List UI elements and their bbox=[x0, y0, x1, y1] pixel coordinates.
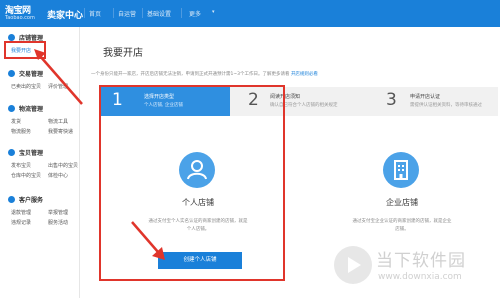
sidebar-item-in-warehouse[interactable]: 仓库中的宝贝 bbox=[11, 172, 41, 179]
step-3: 3 申请开店认证 需提供认证相关资料，等待审核通过 bbox=[364, 87, 498, 116]
chevron-down-icon[interactable]: ▾ bbox=[212, 9, 215, 15]
nav-item-self-operation[interactable]: 自运营 bbox=[118, 9, 136, 18]
card-title: 企业店铺 bbox=[386, 198, 418, 207]
sidebar: 店铺管理 我要开店 交易管理 已卖出的宝贝 评价管理 物流管理 发货 物流工具 … bbox=[0, 27, 80, 298]
sidebar-group-title: 宝贝管理 bbox=[19, 150, 44, 157]
sidebar-item-ship[interactable]: 发货 bbox=[11, 118, 21, 125]
logistics-icon bbox=[8, 105, 15, 112]
step-title: 申请开店认证 bbox=[410, 94, 441, 100]
logo-subtext: Taobao.com bbox=[5, 15, 35, 21]
sidebar-item-violations[interactable]: 违规记录 bbox=[11, 219, 31, 226]
nav-item-more[interactable]: 更多 bbox=[189, 9, 201, 18]
highlight-box-personal-card bbox=[99, 85, 285, 281]
nav-divider bbox=[84, 8, 85, 18]
watermark-logo-icon bbox=[334, 246, 372, 284]
intro-body: 一个身份只能开一家店，开店后店铺无法注销，申请到正式开通预计需1~3个工作日。了… bbox=[91, 72, 290, 77]
sidebar-group-title: 交易管理 bbox=[19, 71, 44, 78]
taobao-logo[interactable]: 淘宝网 Taobao.com bbox=[5, 3, 45, 24]
step-number: 3 bbox=[386, 90, 397, 110]
site-title[interactable]: 卖家中心 bbox=[47, 8, 83, 21]
sidebar-item-service-events[interactable]: 服务活动 bbox=[48, 219, 68, 226]
intro-text: 一个身份只能开一家店，开店后店铺无法注销，申请到正式开通预计需1~3个工作日。了… bbox=[91, 71, 491, 77]
service-icon bbox=[8, 196, 15, 203]
sidebar-item-reports[interactable]: 举报管理 bbox=[48, 209, 68, 216]
nav-item-home[interactable]: 首页 bbox=[89, 9, 101, 18]
nav-divider bbox=[113, 8, 114, 18]
step-subtitle: 需提供认证相关资料，等待审核通过 bbox=[410, 103, 482, 108]
page-title: 我要开店 bbox=[103, 48, 143, 59]
nav-item-basic-settings[interactable]: 基础设置 bbox=[147, 9, 171, 18]
nav-divider bbox=[181, 8, 182, 18]
sidebar-item-logistics-tools[interactable]: 物流工具 bbox=[48, 118, 68, 125]
card-description: 通过支付宝企业认证的商家创建的店铺，就是企业店铺。 bbox=[352, 219, 452, 232]
highlight-box-sidebar bbox=[4, 41, 46, 59]
watermark-text: 当下软件园 bbox=[376, 251, 466, 271]
trade-icon bbox=[8, 70, 15, 77]
sidebar-group-title: 客户服务 bbox=[19, 197, 44, 204]
sidebar-item-send-express[interactable]: 我要寄快递 bbox=[48, 128, 73, 135]
sidebar-item-refunds[interactable]: 退款管理 bbox=[11, 209, 31, 216]
item-icon bbox=[8, 149, 15, 156]
sidebar-group-title: 物流管理 bbox=[19, 106, 44, 113]
building-icon bbox=[383, 152, 419, 188]
top-navigation-bar: 淘宝网 Taobao.com 卖家中心 首页 自运营 基础设置 更多 ▾ bbox=[0, 0, 500, 27]
sidebar-item-reviews[interactable]: 评价管理 bbox=[48, 83, 68, 90]
sidebar-item-sold-items[interactable]: 已卖出的宝贝 bbox=[11, 83, 41, 90]
sidebar-item-on-sale[interactable]: 出售中的宝贝 bbox=[48, 162, 78, 169]
shop-icon bbox=[8, 34, 15, 41]
sidebar-item-health-check[interactable]: 体检中心 bbox=[48, 172, 68, 179]
shop-rules-link[interactable]: 开店规则必看 bbox=[291, 72, 318, 77]
sidebar-item-logistics-service[interactable]: 物流服务 bbox=[11, 128, 31, 135]
watermark-url: www.downxia.com bbox=[378, 272, 462, 282]
nav-divider bbox=[142, 8, 143, 18]
watermark: 当下软件园 www.downxia.com bbox=[334, 244, 498, 294]
sidebar-item-publish[interactable]: 发布宝贝 bbox=[11, 162, 31, 169]
